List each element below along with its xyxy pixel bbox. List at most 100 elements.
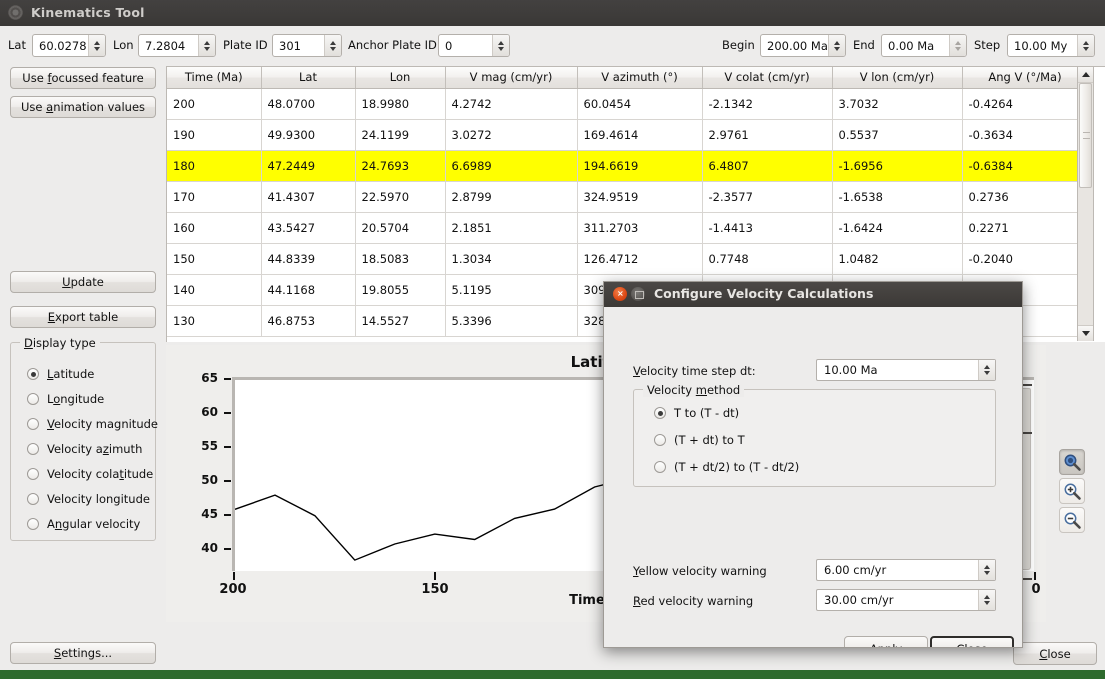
table-header-7[interactable]: Ang V (°/Ma) <box>962 67 1089 89</box>
table-row[interactable]: 150 44.8339 18.5083 1.3034 126.4712 0.7748 1.0… <box>167 243 1089 275</box>
display-type-option-velocity-colatitude[interactable]: Velocity colatitude <box>27 465 153 483</box>
triangle-up-icon <box>1081 72 1090 77</box>
display-type-option-velocity-longitude[interactable]: Velocity longitude <box>27 490 150 508</box>
yellow-warning-stepper[interactable] <box>978 560 995 580</box>
table-header-6[interactable]: V lon (cm/yr) <box>832 67 963 89</box>
begin-input[interactable]: 200.00 Ma <box>760 34 846 57</box>
table-cell: 170 <box>167 181 262 213</box>
table-cell: 311.2703 <box>577 212 703 244</box>
option-label: T to (T - dt) <box>674 406 740 420</box>
red-warning-input[interactable]: 30.00 cm/yr <box>816 589 996 611</box>
table-row[interactable]: 160 43.5427 20.5704 2.1851 311.2703 -1.4413 -1… <box>167 212 1089 244</box>
display-type-option-velocity-azimuth[interactable]: Velocity azimuth <box>27 440 142 458</box>
dt-input[interactable]: 10.00 Ma <box>816 359 996 381</box>
velocity-method-option-0[interactable]: T to (T - dt) <box>654 404 739 422</box>
table-cell: 46.8753 <box>261 305 356 337</box>
table-cell: 1.0482 <box>832 243 963 275</box>
table-row[interactable]: 200 48.0700 18.9980 4.2742 60.0454 -2.1342 3.7… <box>167 88 1089 120</box>
scroll-up-button[interactable] <box>1078 67 1093 83</box>
table-row[interactable]: 180 47.2449 24.7693 6.6989 194.6619 6.4807 -1.… <box>167 150 1089 182</box>
option-label: Angular velocity <box>47 517 141 531</box>
table-cell: 5.3396 <box>445 305 578 337</box>
display-type-option-velocity-magnitude[interactable]: Velocity magnitude <box>27 415 158 433</box>
display-type-title: Display type <box>20 336 100 350</box>
table-row[interactable]: 170 41.4307 22.5970 2.8799 324.9519 -2.3577 -1… <box>167 181 1089 213</box>
dialog-close-icon[interactable]: × <box>613 287 627 301</box>
main-close-button[interactable]: Close <box>1013 642 1097 665</box>
red-warning-stepper[interactable] <box>978 590 995 610</box>
velocity-method-group: Velocity method T to (T - dt) (T + dt) t… <box>633 383 996 487</box>
lat-stepper[interactable] <box>88 35 105 56</box>
velocity-method-option-2[interactable]: (T + dt/2) to (T - dt/2) <box>654 458 799 476</box>
table-cell: -0.4264 <box>962 88 1089 120</box>
table-cell: 24.7693 <box>355 150 446 182</box>
table-cell: -0.2040 <box>962 243 1089 275</box>
table-cell: 0.7748 <box>702 243 833 275</box>
display-type-option-latitude[interactable]: Latitude <box>27 365 94 383</box>
option-label: Velocity colatitude <box>47 467 154 481</box>
anchor-plate-id-input[interactable]: 0 <box>438 34 510 57</box>
lon-value: 7.2804 <box>145 38 186 53</box>
grip-icon <box>1083 132 1090 139</box>
zoom-out-icon[interactable] <box>1059 507 1085 533</box>
yellow-warning-input[interactable]: 6.00 cm/yr <box>816 559 996 581</box>
radio-icon <box>27 443 39 455</box>
yellow-warning-value: 6.00 cm/yr <box>824 563 887 577</box>
display-type-option-angular-velocity[interactable]: Angular velocity <box>27 515 140 533</box>
y-tick-65: 65 <box>201 371 218 385</box>
step-stepper[interactable] <box>1077 35 1094 56</box>
table-cell: -2.3577 <box>702 181 833 213</box>
dialog-apply-button[interactable]: Apply <box>844 636 928 647</box>
scrollbar-thumb[interactable] <box>1079 83 1092 188</box>
table-header-2[interactable]: Lon <box>355 67 446 89</box>
settings-label: Settings... <box>53 646 113 660</box>
settings-button[interactable]: Settings... <box>10 642 156 664</box>
export-table-button[interactable]: Export table <box>10 306 156 328</box>
table-vertical-scrollbar[interactable] <box>1077 66 1094 341</box>
zoom-in-icon[interactable] <box>1059 478 1085 504</box>
lon-stepper[interactable] <box>198 35 215 56</box>
table-cell: 180 <box>167 150 262 182</box>
main-close-label: Close <box>1039 646 1071 661</box>
step-input[interactable]: 10.00 My <box>1007 34 1095 57</box>
dt-stepper[interactable] <box>978 360 995 380</box>
table-header-1[interactable]: Lat <box>261 67 356 89</box>
export-table-label: Export table <box>47 310 119 324</box>
dialog-close-button[interactable]: Close <box>930 636 1014 647</box>
lat-input[interactable]: 60.0278 <box>32 34 106 57</box>
table-cell: -1.6956 <box>832 150 963 182</box>
triangle-down-icon <box>1081 331 1090 336</box>
table-row[interactable]: 190 49.9300 24.1199 3.0272 169.4614 2.9761 0.5… <box>167 119 1089 151</box>
table-cell: -0.3634 <box>962 119 1089 151</box>
table-cell: 44.8339 <box>261 243 356 275</box>
table-header-0[interactable]: Time (Ma) <box>167 67 262 89</box>
plate-id-input[interactable]: 301 <box>272 34 342 57</box>
display-type-option-longitude[interactable]: Longitude <box>27 390 104 408</box>
lon-input[interactable]: 7.2804 <box>138 34 216 57</box>
table-cell: 324.9519 <box>577 181 703 213</box>
dialog-minimize-icon[interactable] <box>631 287 645 301</box>
use-animation-values-button[interactable]: Use animation values <box>10 96 156 118</box>
anchor-plate-id-stepper[interactable] <box>492 35 509 56</box>
plate-id-label: Plate ID <box>223 38 268 52</box>
use-focussed-feature-button[interactable]: Use focussed feature <box>10 67 156 89</box>
end-value: 0.00 Ma <box>888 38 935 53</box>
zoom-select-icon[interactable] <box>1059 449 1085 475</box>
table-cell: 160 <box>167 212 262 244</box>
table-header-4[interactable]: V azimuth (°) <box>577 67 703 89</box>
table-cell: 47.2449 <box>261 150 356 182</box>
end-stepper[interactable] <box>949 35 966 56</box>
end-input[interactable]: 0.00 Ma <box>881 34 967 57</box>
update-button[interactable]: Update <box>10 271 156 293</box>
plate-id-stepper[interactable] <box>324 35 341 56</box>
lat-label: Lat <box>8 38 26 52</box>
begin-stepper[interactable] <box>828 35 845 56</box>
table-header-5[interactable]: V colat (cm/yr) <box>702 67 833 89</box>
velocity-method-option-1[interactable]: (T + dt) to T <box>654 431 745 449</box>
table-cell: 2.1851 <box>445 212 578 244</box>
yw-rest: ellow velocity warning <box>638 564 767 578</box>
dt-label: Velocity time step dt: <box>633 364 756 378</box>
scroll-down-button[interactable] <box>1078 325 1093 341</box>
table-header-3[interactable]: V mag (cm/yr) <box>445 67 578 89</box>
step-value: 10.00 My <box>1014 38 1068 53</box>
